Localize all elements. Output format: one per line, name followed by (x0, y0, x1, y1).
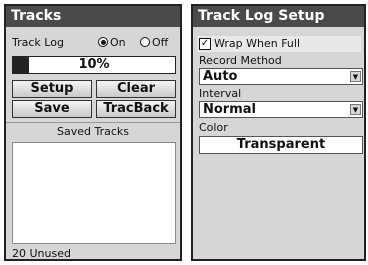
radio-unselected-icon (140, 37, 150, 47)
chevron-down-icon: ▼ (350, 104, 361, 115)
setup-title: Track Log Setup (193, 6, 364, 27)
record-method-value: Auto (203, 69, 238, 84)
off-radio[interactable]: Off (140, 36, 168, 49)
saved-tracks-label: Saved Tracks (57, 125, 129, 138)
interval-value: Normal (203, 102, 256, 117)
radio-selected-icon (98, 37, 108, 47)
on-radio[interactable]: On (98, 36, 126, 49)
color-field[interactable]: Transparent (199, 136, 363, 154)
interval-label: Interval (199, 87, 242, 100)
tracback-button[interactable]: TracBack (96, 100, 176, 118)
record-method-select[interactable]: Auto ▼ (199, 68, 363, 85)
clear-button[interactable]: Clear (96, 80, 176, 98)
track-log-progress-bar: 10% (12, 56, 176, 74)
interval-select[interactable]: Normal ▼ (199, 101, 363, 118)
record-method-label: Record Method (199, 54, 282, 67)
saved-tracks-list[interactable] (12, 142, 176, 244)
tracks-title: Tracks (6, 6, 180, 27)
chevron-down-icon: ▼ (350, 71, 361, 82)
wrap-when-full-checkbox[interactable]: ✓ Wrap When Full (197, 36, 361, 52)
progress-label: 10% (78, 57, 110, 72)
wrap-label: Wrap When Full (214, 37, 301, 50)
setup-button[interactable]: Setup (12, 80, 92, 98)
on-label: On (110, 36, 126, 49)
save-button[interactable]: Save (12, 100, 92, 118)
off-label: Off (152, 36, 169, 49)
color-label: Color (199, 121, 228, 134)
checkmark-icon: ✓ (199, 38, 211, 50)
tracks-screen: Tracks Track Log On Off 10% Setup Clear … (4, 4, 182, 261)
track-log-setup-screen: Track Log Setup ✓ Wrap When Full Record … (191, 4, 366, 261)
track-log-label: Track Log (12, 36, 64, 49)
divider (6, 122, 180, 123)
unused-count: 20 Unused (12, 247, 71, 260)
